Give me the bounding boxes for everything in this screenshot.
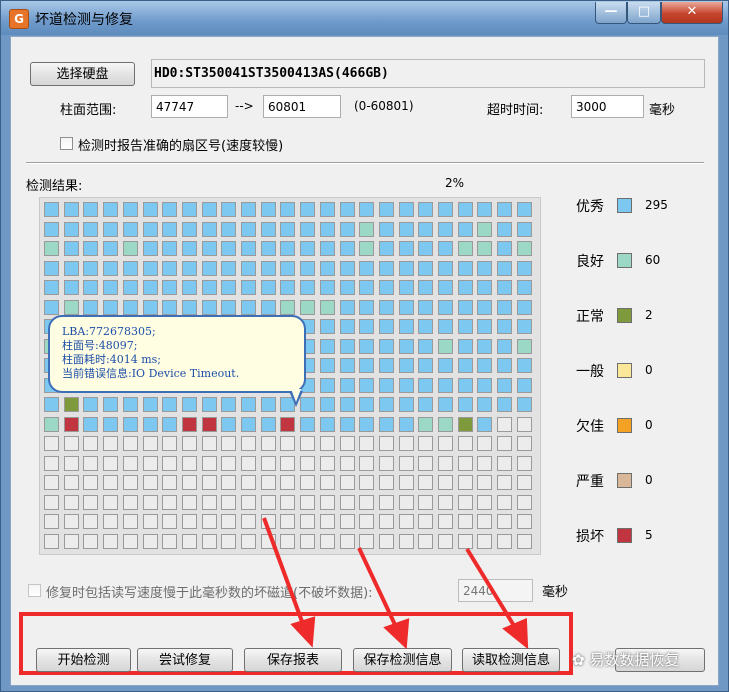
app-logo-icon: G bbox=[9, 9, 29, 29]
watermark: ✿ 易数数据恢复 bbox=[572, 649, 679, 670]
arrow-to-save-report bbox=[262, 517, 306, 628]
wechat-icon: ✿ bbox=[572, 651, 590, 669]
maximize-button[interactable]: □ bbox=[627, 2, 661, 24]
minimize-button[interactable]: — bbox=[595, 2, 627, 24]
dialog-body: 选择硬盘 HD0:ST350041ST3500413AS(466GB) 柱面范围… bbox=[10, 36, 719, 686]
arrow-head bbox=[290, 616, 316, 648]
arrow-to-read-info bbox=[465, 547, 518, 631]
annotation-arrows bbox=[262, 517, 529, 650]
window-title: 坏道检测与修复 bbox=[35, 12, 133, 28]
watermark-text: 易数数据恢复 bbox=[589, 651, 680, 669]
app-window: G 坏道检测与修复 — □ ✕ 选择硬盘 HD0:ST350041ST35004… bbox=[0, 0, 729, 692]
close-button[interactable]: ✕ bbox=[661, 2, 723, 24]
arrow-to-save-info bbox=[357, 547, 399, 630]
arrow-head bbox=[383, 618, 410, 650]
arrow-head bbox=[502, 618, 529, 650]
title-bar[interactable]: G 坏道检测与修复 — □ ✕ bbox=[1, 1, 728, 35]
